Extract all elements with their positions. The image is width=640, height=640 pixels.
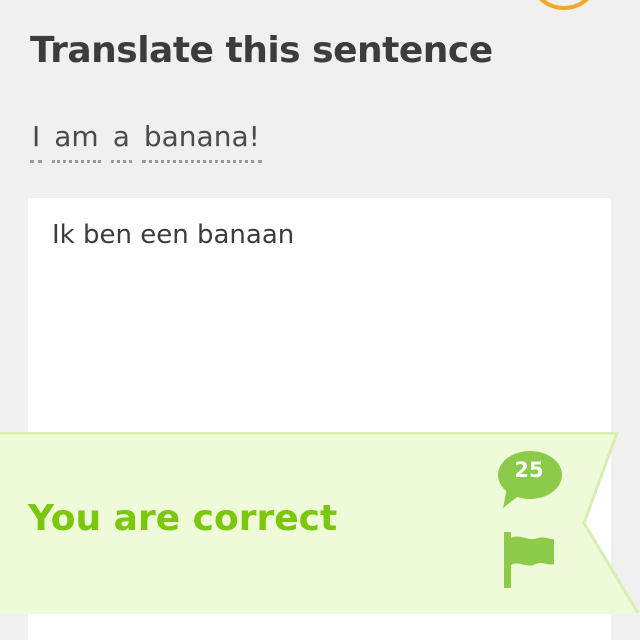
answer-text: Ik ben een banaan	[52, 220, 295, 250]
prompt-word-a[interactable]: a	[110, 120, 132, 163]
feedback-banner: You are correct 25	[0, 432, 640, 614]
prompt-word-banana[interactable]: banana!	[141, 120, 262, 163]
prompt-sentence: I am a banana!	[30, 120, 262, 163]
flag-icon	[504, 532, 554, 588]
discussion-count: 25	[514, 458, 544, 482]
heart-ring-icon	[528, 0, 600, 10]
prompt-word-i[interactable]: I	[30, 120, 43, 163]
correct-message: You are correct	[28, 498, 338, 539]
lesson-screen: Translate this sentence I am a banana! I…	[0, 0, 640, 640]
prompt-word-am[interactable]: am	[52, 120, 101, 163]
discussion-button[interactable]: 25	[497, 448, 565, 510]
page-title: Translate this sentence	[30, 30, 493, 71]
report-button[interactable]	[498, 530, 558, 590]
